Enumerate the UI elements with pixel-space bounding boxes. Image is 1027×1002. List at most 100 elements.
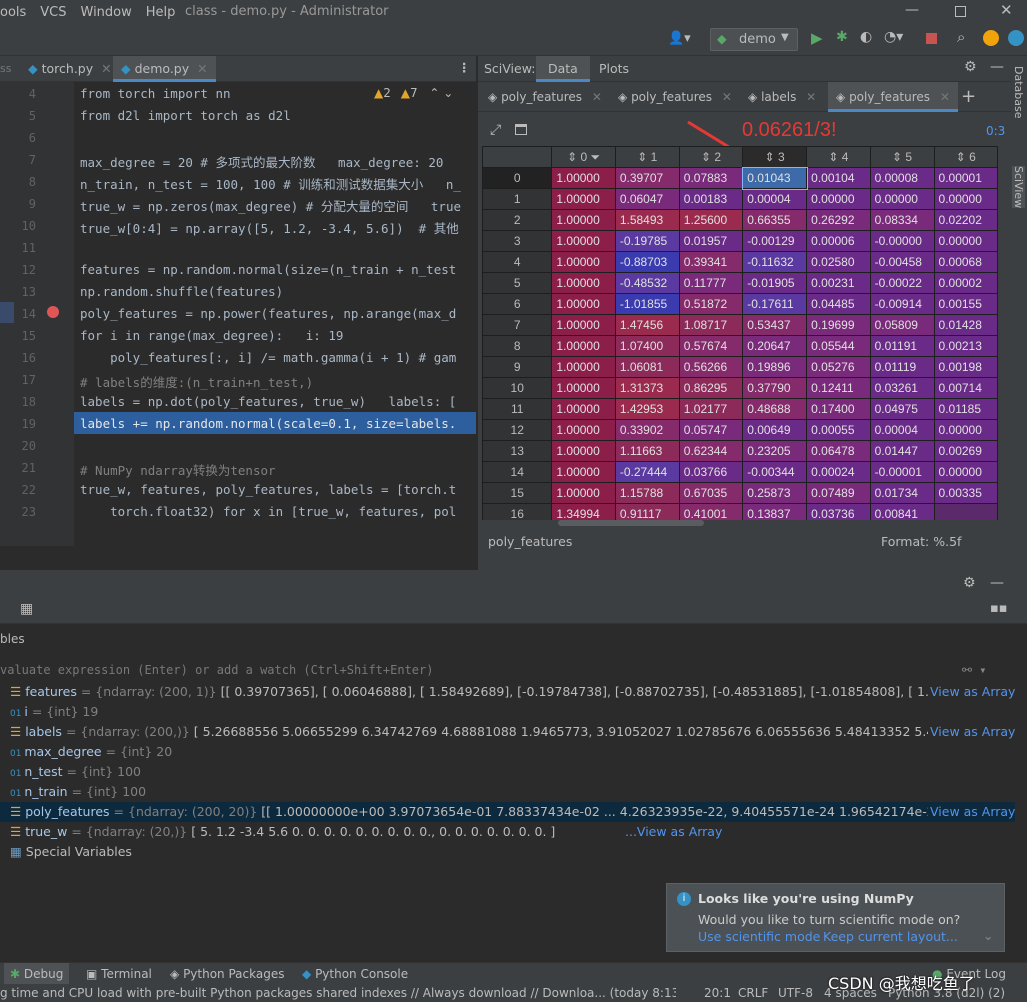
table-cell[interactable]: 0.00006 [806,230,871,252]
table-cell[interactable]: 1.00000 [551,272,616,294]
sort-icon[interactable]: ⇕ [567,150,580,164]
table-cell[interactable]: 0.57674 [678,335,744,357]
column-header[interactable]: ⇕ 0 ⏷ [551,146,616,168]
table-row[interactable]: 1 1.00000 0.06047 0.00183 0.00004 0.00000 0.00… [482,188,998,210]
table-row[interactable]: 2 1.00000 1.58493 1.25600 0.66355 0.26292 0.08… [482,209,998,231]
tab-data[interactable]: Data [536,56,590,82]
table-cell[interactable]: -1.01855 [614,293,680,315]
table-cell[interactable]: 0.91117 [614,503,680,520]
table-cell[interactable]: 1.00000 [551,230,616,252]
table-cell[interactable]: 0.00000 [806,188,871,210]
close-icon[interactable]: ✕ [101,61,111,76]
table-cell[interactable]: 0.04485 [806,293,871,315]
tool-debug[interactable]: ✱ Debug [4,963,70,985]
line-separator[interactable]: CRLF [738,984,768,1002]
variable-row[interactable]: 01 n_test = {int} 100 [10,762,1010,782]
table-cell[interactable]: 0.02202 [933,209,998,231]
table-cell[interactable] [933,503,998,520]
table-cell[interactable]: 0.23205 [742,440,808,462]
table-cell[interactable]: 0.00068 [933,251,998,273]
table-cell[interactable]: 0.17400 [806,398,871,420]
table-cell[interactable]: 0.02580 [806,251,871,273]
table-cell[interactable]: 0.00024 [806,461,871,483]
table-cell[interactable]: 0.01191 [869,335,935,357]
table-row[interactable]: 8 1.00000 1.07400 0.57674 0.20647 0.05544 0.01… [482,335,998,357]
layout-icon[interactable]: ▪▪ [990,601,1008,616]
menu-help[interactable]: Help [146,5,176,20]
table-cell[interactable]: 0.03261 [869,377,935,399]
more-tabs-icon[interactable]: ⋮ [458,60,471,75]
table-cell[interactable]: 1.15788 [614,482,680,504]
table-cell[interactable]: 0.48688 [742,398,808,420]
view-as-array-link[interactable]: ...View as Array [625,822,722,842]
table-cell[interactable]: 1.47456 [614,314,680,336]
table-cell[interactable]: 0.00841 [869,503,935,520]
menu-tools[interactable]: ools [0,5,26,20]
table-cell[interactable]: -0.11632 [742,251,808,273]
table-cell[interactable]: 0.01957 [678,230,744,252]
gear-icon[interactable]: ⚙ [963,575,976,591]
table-cell[interactable]: 0.00213 [933,335,998,357]
menu-window[interactable]: Window [81,5,132,20]
table-cell[interactable]: 0.05544 [806,335,871,357]
table-cell[interactable]: 0.05747 [678,419,744,441]
status-message[interactable]: g time and CPU load with pre-built Pytho… [0,984,676,1002]
table-cell[interactable]: 1.00000 [551,209,616,231]
column-header[interactable]: ⇕ 4 [806,146,871,168]
table-cell[interactable]: 1.00000 [551,335,616,357]
table-cell[interactable]: 0.00000 [933,230,998,252]
file-encoding[interactable]: UTF-8 [778,984,813,1002]
debug-bug-icon[interactable]: ✱ [836,29,848,45]
table-row[interactable]: 6 1.00000 -1.01855 0.51872 -0.17611 0.04485 -0… [482,293,998,315]
table-cell[interactable]: 0.26292 [806,209,871,231]
add-tab-icon[interactable]: + [961,82,976,112]
table-cell[interactable]: 1.00000 [551,188,616,210]
table-cell[interactable]: 1.02177 [678,398,744,420]
tab-demo-py[interactable]: ◆ demo.py ✕ [113,56,216,82]
filter-icon[interactable]: ⏷ [587,150,601,164]
stop-icon[interactable] [926,33,937,44]
table-cell[interactable]: 0.01119 [869,356,935,378]
sort-icon[interactable]: ⇕ [892,150,905,164]
tool-python-console[interactable]: ◆ Python Console [302,963,408,985]
table-cell[interactable]: 1.00000 [551,398,616,420]
close-window-button[interactable]: ✕ [1000,1,1013,19]
chevron-down-icon[interactable]: ⌄ [983,928,993,943]
table-row[interactable]: 9 1.00000 1.06081 0.56266 0.19896 0.05276 0.01… [482,356,998,378]
table-cell[interactable]: 0.00000 [933,461,998,483]
table-icon[interactable]: ▦ [20,601,33,617]
table-cell[interactable]: 0.06478 [806,440,871,462]
table-cell[interactable]: 0.00008 [869,167,935,189]
table-cell[interactable]: 0.07489 [806,482,871,504]
table-cell[interactable]: 0.00002 [933,272,998,294]
run-icon[interactable]: ▶ [811,29,823,47]
table-cell[interactable]: 0.00004 [742,188,808,210]
menu-vcs[interactable]: VCS [40,5,66,20]
table-cell[interactable]: 0.00104 [806,167,871,189]
user-icon[interactable]: 👤▾ [668,31,691,46]
breakpoint-icon[interactable] [47,306,59,318]
horizontal-scrollbar[interactable] [558,520,704,526]
table-cell[interactable]: 0.00335 [933,482,998,504]
table-cell[interactable]: -0.00001 [869,461,935,483]
column-header[interactable]: ⇕ 2 [678,146,744,168]
code-editor[interactable]: ▲2 ▲7 ⌃ ⌄ from torch import nn from d2l i… [74,82,476,546]
table-cell[interactable]: 0.00155 [933,293,998,315]
variable-row[interactable]: ▦ Special Variables [10,842,1010,862]
data-grid[interactable]: ⇕ 0 ⏷ ⇕ 1 ⇕ 2 ⇕ 3 ⇕ 4 ⇕ 5 ⇕ 6 0 1.00000 0.39707 0… [482,146,998,520]
table-cell[interactable]: 1.00000 [551,440,616,462]
table-cell[interactable]: -0.00000 [869,230,935,252]
table-cell[interactable]: 1.08717 [678,314,744,336]
data-tab-poly-features-2[interactable]: ◈ poly_features ✕ [618,82,732,112]
tab-torch-py[interactable]: ◆ torch.py ✕ [20,56,120,82]
table-cell[interactable]: 0.12411 [806,377,871,399]
table-cell[interactable]: 0.13837 [742,503,808,520]
table-cell[interactable]: 0.66355 [742,209,808,231]
run-config-select[interactable]: ◆ demo ▼ [710,28,798,51]
variable-row[interactable]: ☰ labels = {ndarray: (200,)}[ 5.26688556 … [10,722,1010,742]
variable-row[interactable]: 01 i = {int} 19 [10,702,1010,722]
table-cell[interactable]: 0.00000 [933,188,998,210]
table-cell[interactable]: 0.39707 [614,167,680,189]
table-cell[interactable]: 0.19699 [806,314,871,336]
sort-icon[interactable]: ⇕ [701,150,714,164]
